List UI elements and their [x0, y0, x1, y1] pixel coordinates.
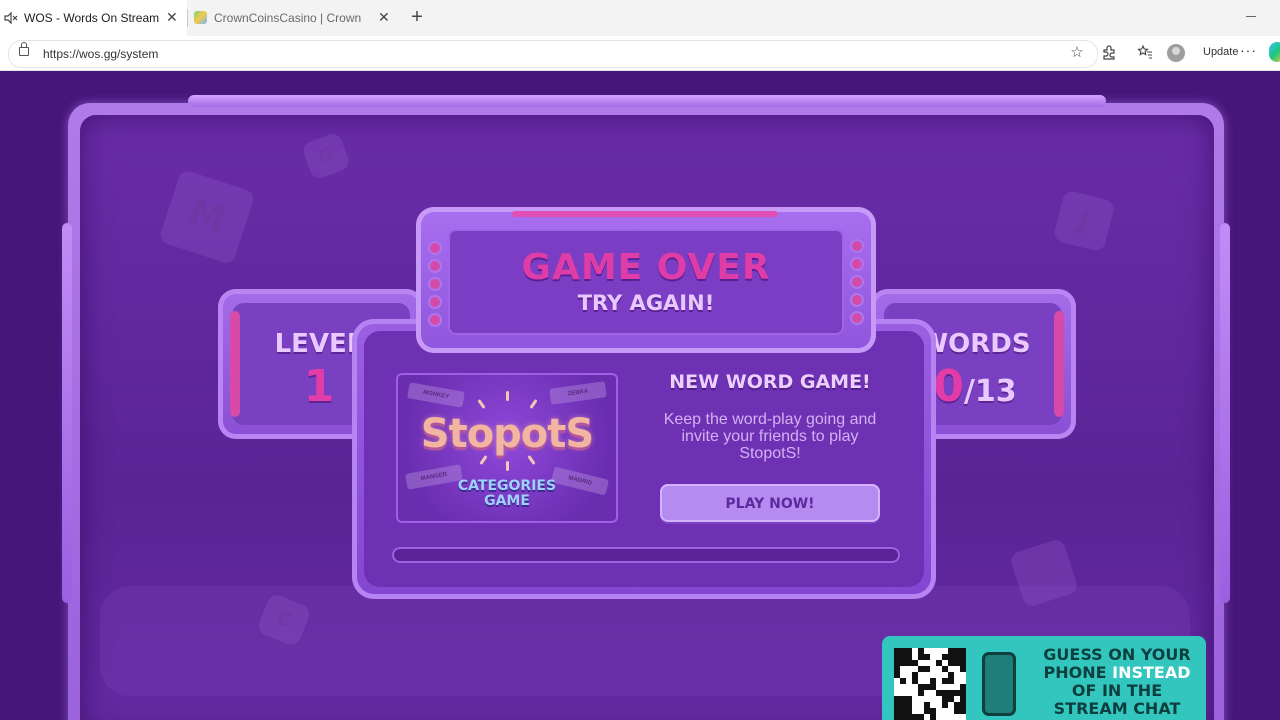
stopots-promo-image[interactable]: MONKEY ZEBRA MANGER MADRID StopotS CATEG… [396, 373, 618, 523]
profile-avatar[interactable] [1167, 44, 1185, 62]
phone-icon [982, 652, 1016, 716]
promo-description: Keep the word-play going and invite your… [663, 411, 877, 462]
frame-top-rail [188, 95, 1106, 107]
words-found: 0 [933, 361, 964, 412]
tab-wos[interactable]: WOS - Words On Stream ✕ [0, 0, 187, 36]
qr-module [948, 678, 954, 684]
qr-module [942, 702, 948, 708]
instead-word: INSTEAD [1112, 663, 1191, 682]
address-bar: https://wos.gg/system [0, 36, 1280, 71]
phone-promo-line: GUESS ON YOUR [1043, 645, 1191, 664]
extensions-icon[interactable] [1100, 44, 1118, 62]
progress-bar [392, 547, 900, 563]
promo-title: NEW WORD GAME! [669, 371, 871, 393]
words-total: 13 [974, 374, 1017, 409]
favorite-star-icon[interactable]: ☆ [1068, 44, 1086, 62]
url-field[interactable]: https://wos.gg/system [8, 40, 1098, 68]
categories-game-text: CATEGORIES GAME [396, 479, 618, 509]
qr-code[interactable] [894, 648, 966, 720]
level-accent-strip [230, 311, 240, 417]
close-tab-icon[interactable]: ✕ [166, 9, 178, 26]
muted-speaker-icon[interactable] [4, 11, 18, 25]
phone-word: PHONE [1043, 663, 1107, 682]
qr-module [900, 678, 906, 684]
phone-promo-line: PHONE INSTEAD [1032, 664, 1202, 682]
header-accent [512, 211, 778, 217]
phone-promo-line: OF IN THE [1071, 681, 1163, 700]
lock-icon[interactable] [19, 42, 29, 56]
close-tab-icon[interactable]: ✕ [378, 9, 390, 26]
game-text: GAME [484, 493, 530, 509]
sparkle-ray [529, 399, 538, 409]
qr-module [924, 666, 930, 672]
categories-text: CATEGORIES [457, 478, 557, 494]
qr-module [960, 666, 966, 672]
tab-title: CrownCoinsCasino | Crown Coins C [214, 11, 364, 25]
tab-strip: WOS - Words On Stream ✕ CrownCoinsCasino… [0, 0, 1280, 36]
qr-module [918, 714, 924, 720]
favorites-icon[interactable] [1136, 44, 1154, 62]
phone-promo-line: STREAM CHAT [1053, 699, 1181, 718]
game-viewport: M G J S C LEVEL 1 WORDS 0/13 MONKEY ZEBR… [0, 71, 1280, 720]
frame-left-rail [62, 223, 72, 603]
edge-copilot-icon[interactable] [1269, 42, 1280, 62]
more-menu-icon[interactable]: ··· [1240, 42, 1257, 58]
frame-right-rail [1220, 223, 1230, 603]
sparkle-ray [506, 461, 509, 471]
tab-crowncoins[interactable]: CrownCoinsCasino | Crown Coins C ✕ [188, 0, 398, 36]
play-now-button[interactable]: PLAY NOW! [660, 484, 880, 522]
game-over-title: GAME OVER [521, 247, 771, 288]
phone-promo-text: GUESS ON YOUR PHONE INSTEAD OF IN THE ST… [1032, 646, 1202, 718]
qr-module [930, 714, 936, 720]
new-tab-button[interactable]: + [406, 6, 428, 28]
sparkle-ray [506, 391, 509, 401]
crowncoins-favicon-icon [194, 11, 207, 24]
qr-module [918, 690, 924, 696]
qr-module [924, 654, 930, 660]
promo-tag: ZEBRA [549, 381, 607, 405]
tab-title: WOS - Words On Stream [24, 11, 160, 25]
try-again-text: TRY AGAIN! [577, 291, 715, 315]
sparkle-ray [477, 399, 486, 409]
stopots-logo: StopotS [420, 411, 594, 457]
promo-tag: MONKEY [407, 382, 465, 408]
minimize-icon[interactable] [1246, 16, 1256, 17]
words-accent-strip [1054, 311, 1064, 417]
words-separator: / [963, 374, 975, 409]
qr-module [960, 708, 966, 714]
url-text: https://wos.gg/system [43, 47, 159, 61]
phone-guess-banner[interactable]: GUESS ON YOUR PHONE INSTEAD OF IN THE ST… [882, 636, 1206, 720]
update-button[interactable]: Update [1203, 46, 1238, 58]
header-light [430, 315, 440, 325]
